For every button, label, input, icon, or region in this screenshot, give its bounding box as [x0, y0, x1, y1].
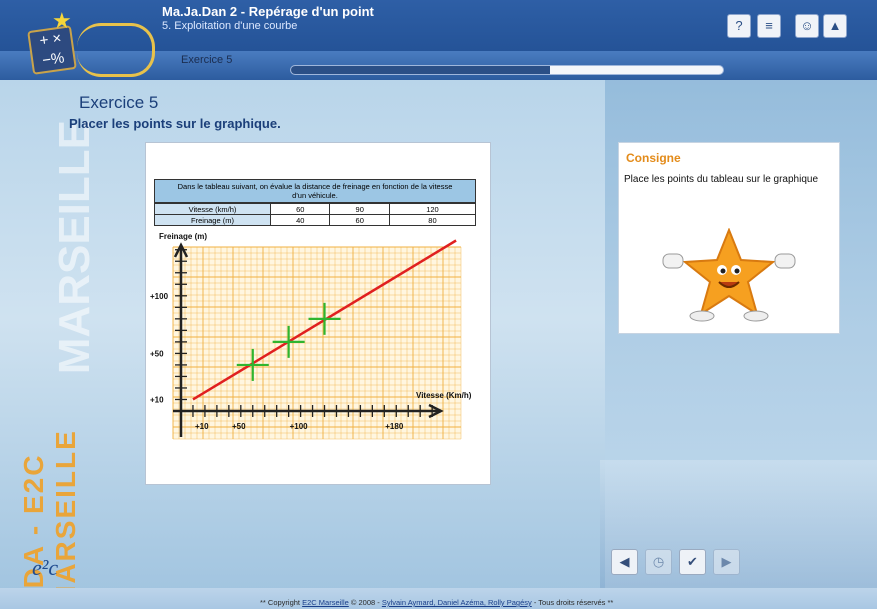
copyright-text: ** Copyright E2C Marseille © 2008 - Sylv… [260, 598, 613, 607]
notes-button[interactable]: ≡ [757, 14, 781, 38]
table-cell: 80 [388, 214, 477, 226]
table-cell: 90 [329, 203, 390, 215]
graph-area[interactable]: Freinage (m) Vitesse (Km/h) +10 +50 +100 +180… [146, 227, 490, 442]
next-button[interactable]: ▶ [713, 549, 740, 575]
row-label: Freinage (m) [154, 214, 271, 226]
check-icon: ✔ [687, 554, 698, 569]
row-label: Vitesse (km/h) [154, 203, 271, 215]
consigne-panel: Consigne Place les points du tableau sur… [618, 142, 840, 334]
users-button[interactable]: ☺ [795, 14, 819, 38]
table-cell: 40 [269, 214, 331, 226]
x-axis-label: Vitesse (Km/h) [416, 391, 472, 400]
graph-card: Dans le tableau suivant, on évalue la di… [145, 142, 491, 485]
link-authors[interactable]: Sylvain Aymard, Daniel Azéma, Rolly Pagé… [382, 598, 532, 607]
table-cell: 60 [269, 203, 331, 215]
clock-icon: ◷ [652, 554, 665, 569]
eject-button[interactable]: ▲ [823, 14, 847, 38]
link-e2c-marseille[interactable]: E2C Marseille [302, 598, 349, 607]
exercise-tab[interactable]: Exercice 5 [181, 54, 232, 66]
data-table: Dans le tableau suivant, on évalue la di… [154, 179, 477, 226]
consigne-text: Place les points du tableau sur le graph… [624, 174, 819, 185]
notes-icon: ≡ [765, 18, 773, 33]
table-row: Freinage (m) 40 60 80 [154, 214, 477, 226]
help-icon: ? [735, 18, 743, 33]
app-title: Ma.Ja.Dan 2 - Repérage d'un point [162, 4, 374, 19]
ribbon-icon [77, 23, 155, 77]
back-icon: ◀ [619, 554, 630, 569]
timer-button[interactable]: ◷ [645, 549, 672, 575]
app-subtitle: 5. Exploitation d'une courbe [162, 20, 298, 32]
validate-button[interactable]: ✔ [679, 549, 706, 575]
eject-icon: ▲ [828, 18, 842, 33]
y-tick-label: +100 [150, 292, 169, 301]
consigne-title: Consigne [626, 151, 681, 165]
y-tick-label: +10 [150, 395, 164, 404]
table-cell: 60 [329, 214, 390, 226]
next-icon: ▶ [721, 554, 732, 569]
e2c-logo-icon: e²c [32, 555, 58, 580]
x-tick-label: +180 [385, 422, 404, 431]
table-row: Vitesse (km/h) 60 90 120 [154, 203, 477, 215]
progress-fill [291, 66, 551, 74]
x-tick-label: +100 [290, 422, 309, 431]
copyright-suffix: - Tous droits réservés ** [531, 598, 614, 607]
exercise-instruction: Placer les points sur le graphique. [69, 116, 281, 131]
values-table: Vitesse (km/h) 60 90 120 Freinage (m) 40… [154, 203, 477, 226]
star-mascot-icon [662, 228, 796, 322]
svg-text:e²c: e²c [32, 555, 58, 580]
exercise-title: Exercice 5 [79, 93, 159, 112]
city-background [600, 460, 877, 609]
progress-bar [290, 65, 724, 75]
y-axis-label: Freinage (m) [159, 232, 207, 241]
users-icon: ☺ [800, 18, 814, 33]
y-tick-label: +50 [150, 349, 164, 358]
app-logo: + × −% ★ [22, 8, 155, 78]
table-caption: Dans le tableau suivant, on évalue la di… [154, 179, 476, 203]
copyright-prefix: ** Copyright [260, 598, 303, 607]
star-icon: ★ [52, 8, 72, 33]
copyright-mid: © 2008 - [348, 598, 382, 607]
x-tick-label: +50 [232, 422, 246, 431]
back-button[interactable]: ◀ [611, 549, 638, 575]
x-tick-label: +10 [195, 422, 209, 431]
help-button[interactable]: ? [727, 14, 751, 38]
table-cell: 120 [388, 203, 477, 215]
